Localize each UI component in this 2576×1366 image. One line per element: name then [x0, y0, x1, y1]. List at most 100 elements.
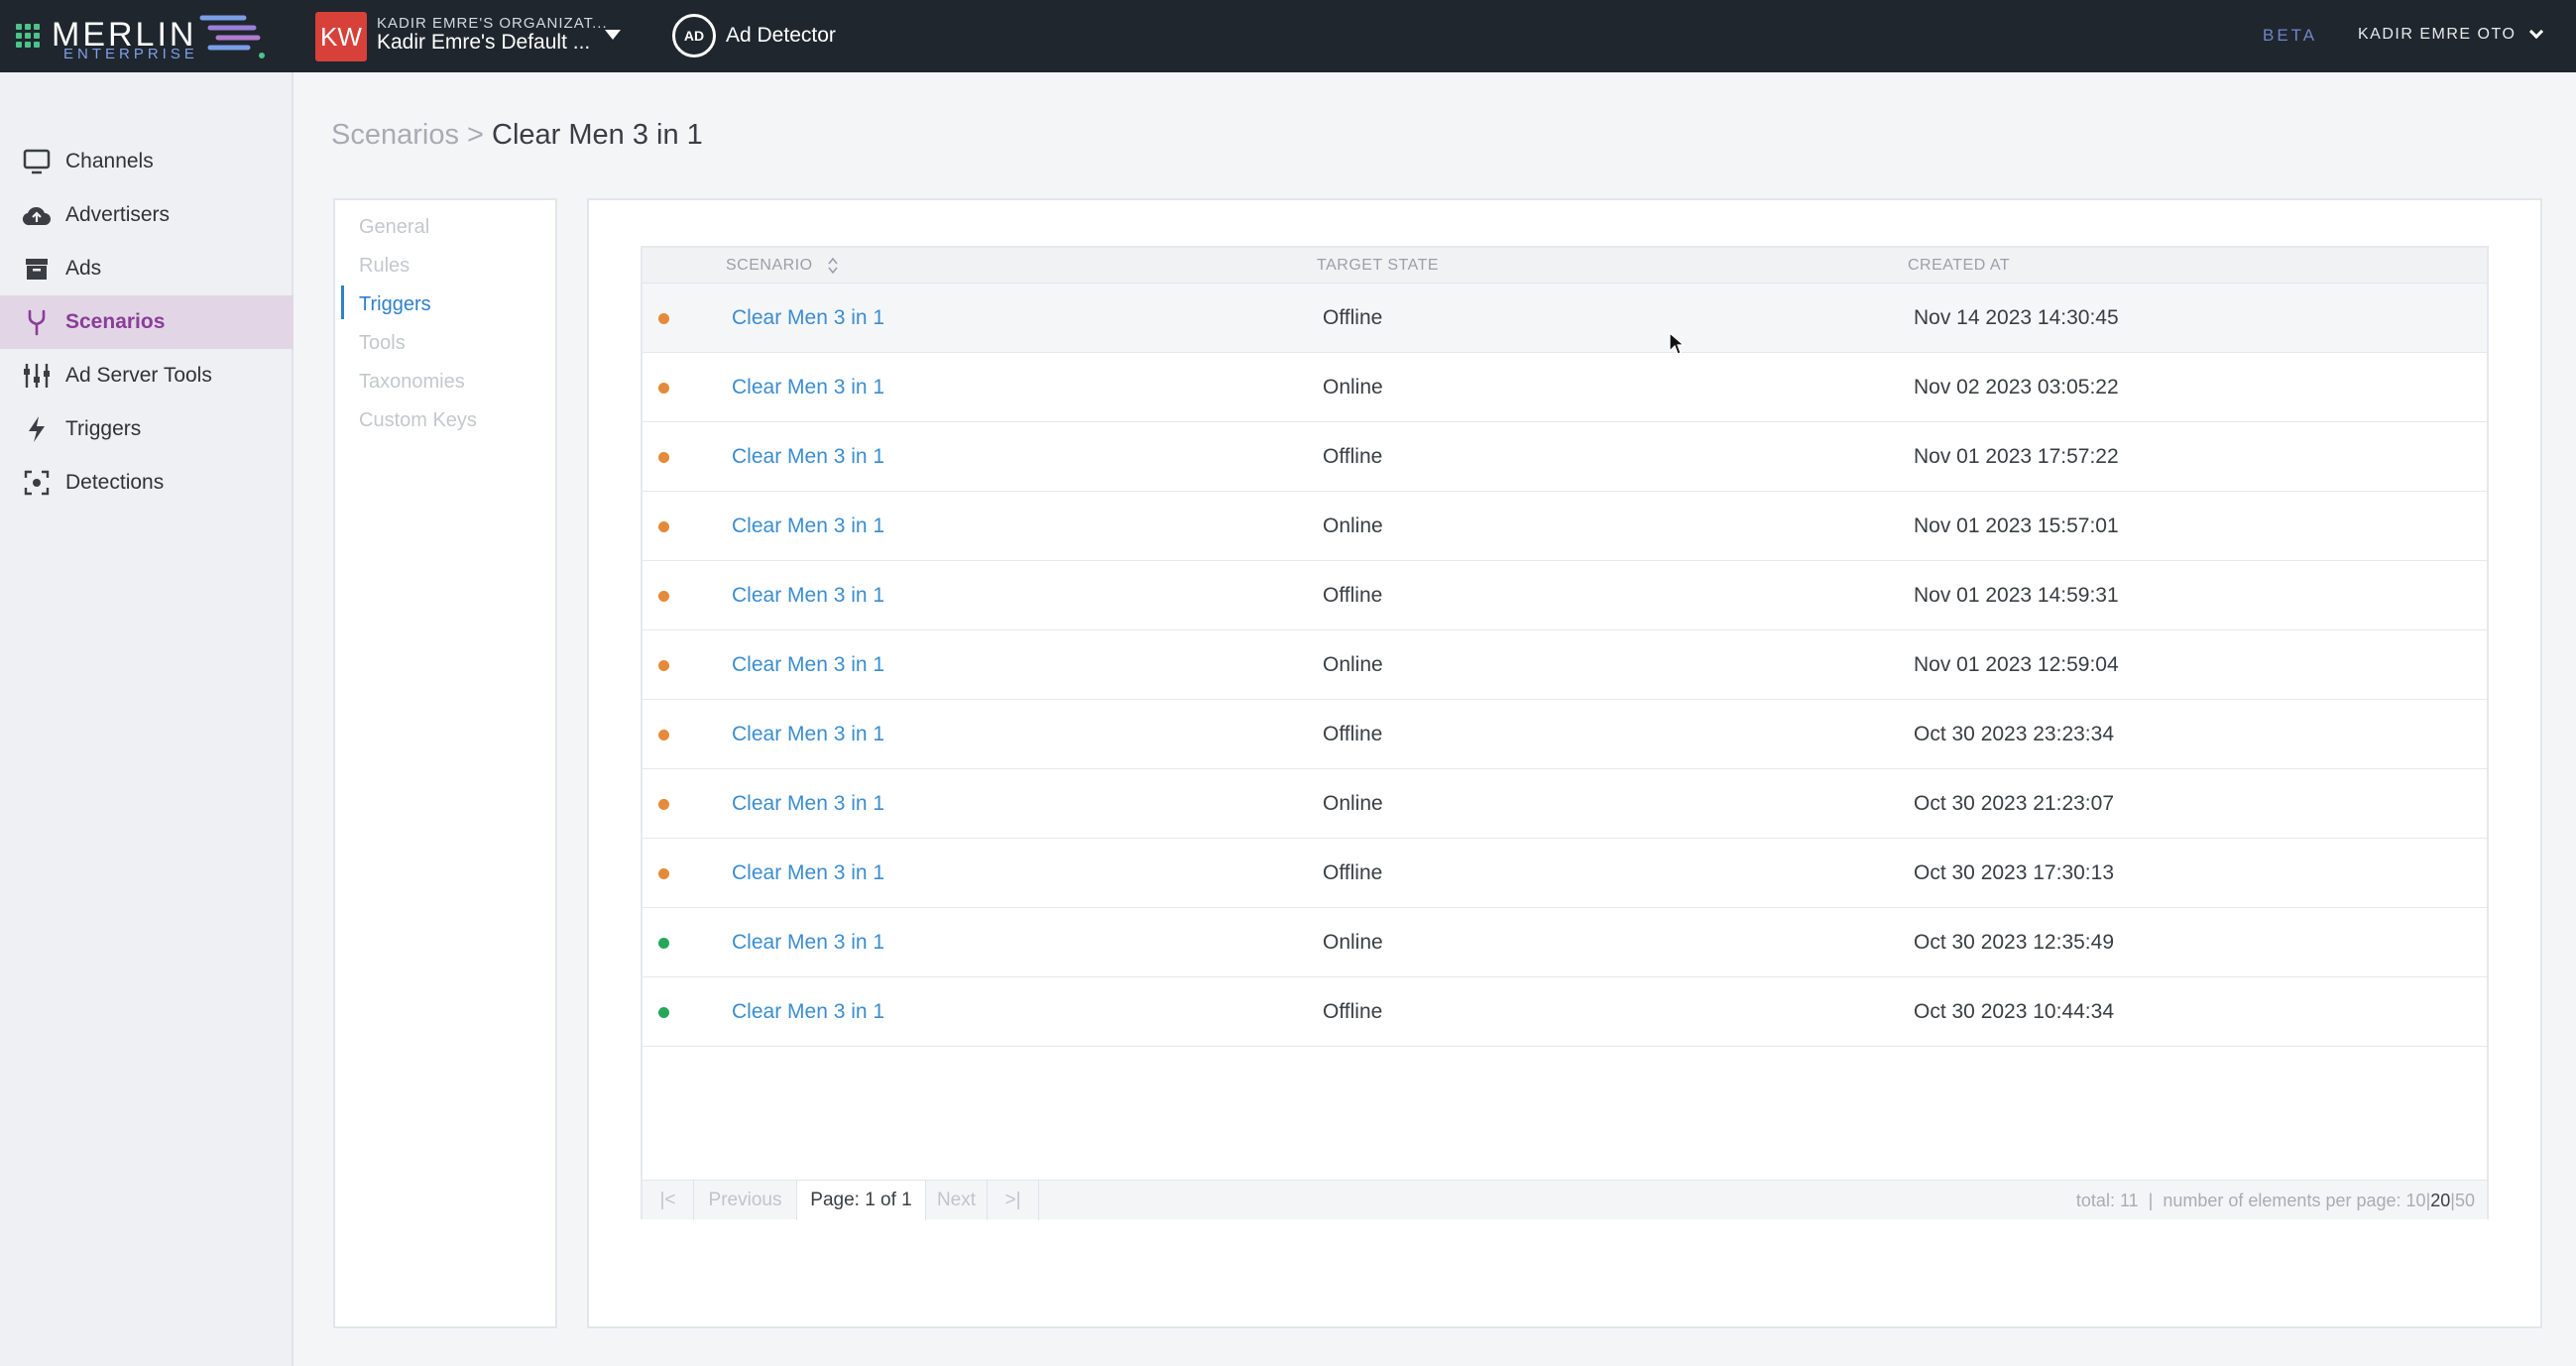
- scenario-link[interactable]: Clear Men 3 in 1: [732, 723, 884, 746]
- divider: |: [2148, 1191, 2154, 1210]
- table-row[interactable]: Clear Men 3 in 1 Online Nov 02 2023 03:05:…: [643, 353, 2487, 422]
- sidebar-item-label: Scenarios: [65, 310, 166, 333]
- scenario-link[interactable]: Clear Men 3 in 1: [732, 584, 884, 608]
- bolt-icon: [20, 412, 54, 446]
- per-page-option-20[interactable]: 20: [2430, 1191, 2450, 1210]
- status-dot: [658, 938, 669, 949]
- column-target-state[interactable]: TARGET STATE: [1317, 257, 1439, 275]
- breadcrumb-parent[interactable]: Scenarios: [331, 119, 459, 151]
- triggers-table: SCENARIO TARGET STATE CREATED AT Clear M…: [641, 246, 2489, 1220]
- caret-down-icon[interactable]: [605, 30, 621, 40]
- merlin-logo[interactable]: MERLIN ENTERPRISE: [16, 10, 265, 63]
- active-tab-indicator: [341, 285, 344, 319]
- organization-switcher[interactable]: KW KADIR EMRE'S ORGANIZAT... Kadir Emre'…: [315, 12, 633, 61]
- table-row[interactable]: Clear Men 3 in 1 Online Oct 30 2023 12:35:…: [643, 908, 2487, 977]
- status-dot: [658, 591, 669, 602]
- table-row[interactable]: Clear Men 3 in 1 Online Nov 01 2023 15:57:…: [643, 492, 2487, 561]
- scenario-link[interactable]: Clear Men 3 in 1: [732, 306, 884, 330]
- tab-general[interactable]: General: [359, 216, 429, 239]
- created-at-cell: Oct 30 2023 21:23:07: [1914, 792, 2114, 815]
- sidebar-item-detections[interactable]: Detections: [0, 456, 293, 510]
- created-at-cell: Nov 01 2023 14:59:31: [1914, 584, 2119, 607]
- user-menu[interactable]: KADIR EMRE OTO: [2358, 24, 2544, 44]
- per-page-option-10[interactable]: 10: [2406, 1191, 2426, 1210]
- first-page-button[interactable]: |<: [643, 1181, 694, 1220]
- sidebar-item-label: Advertisers: [65, 203, 171, 226]
- scenario-link[interactable]: Clear Men 3 in 1: [732, 1000, 884, 1024]
- created-at-cell: Oct 30 2023 10:44:34: [1914, 1000, 2114, 1023]
- status-dot: [658, 521, 669, 532]
- created-at-cell: Nov 01 2023 12:59:04: [1914, 653, 2119, 676]
- sidebar: Channels Advertisers Ads Scenarios Ad Se…: [0, 72, 293, 1366]
- created-at-cell: Nov 01 2023 15:57:01: [1914, 514, 2119, 537]
- table-row[interactable]: Clear Men 3 in 1 Online Oct 30 2023 21:23:…: [643, 769, 2487, 839]
- tab-triggers[interactable]: Triggers: [359, 293, 431, 316]
- per-page-option-50[interactable]: 50: [2455, 1191, 2475, 1210]
- table-row[interactable]: Clear Men 3 in 1 Offline Oct 30 2023 23:23…: [643, 700, 2487, 769]
- sidebar-item-ad-server-tools[interactable]: Ad Server Tools: [0, 349, 293, 402]
- status-dot: [658, 868, 669, 879]
- mouse-cursor-icon: [1669, 331, 1686, 355]
- sidebar-item-advertisers[interactable]: Advertisers: [0, 188, 293, 242]
- scenario-link[interactable]: Clear Men 3 in 1: [732, 861, 884, 885]
- sidebar-item-triggers[interactable]: Triggers: [0, 402, 293, 456]
- monitor-icon: [20, 145, 54, 178]
- triggers-panel: SCENARIO TARGET STATE CREATED AT Clear M…: [587, 198, 2542, 1328]
- last-page-button[interactable]: >|: [988, 1181, 1039, 1220]
- status-dot: [658, 799, 669, 810]
- table-row[interactable]: Clear Men 3 in 1 Offline Nov 14 2023 14:30…: [643, 284, 2487, 353]
- previous-page-button[interactable]: Previous: [694, 1181, 797, 1220]
- sidebar-item-label: Triggers: [65, 417, 142, 440]
- sliders-icon: [20, 359, 54, 393]
- org-name: KADIR EMRE'S ORGANIZAT...: [377, 15, 608, 32]
- sidebar-item-channels[interactable]: Channels: [0, 135, 293, 188]
- user-name: KADIR EMRE OTO: [2358, 26, 2517, 43]
- per-page-label: number of elements per page:: [2163, 1191, 2401, 1210]
- apps-grid-icon[interactable]: [16, 24, 40, 48]
- scenario-link[interactable]: Clear Men 3 in 1: [732, 653, 884, 677]
- status-dot: [658, 452, 669, 463]
- breadcrumb: Scenarios > Clear Men 3 in 1: [331, 119, 703, 152]
- app-switcher[interactable]: AD Ad Detector: [672, 14, 836, 57]
- org-avatar: KW: [315, 12, 367, 61]
- archive-icon: [20, 252, 54, 285]
- total-count: total: 11: [2075, 1191, 2139, 1210]
- created-at-cell: Nov 02 2023 03:05:22: [1914, 376, 2119, 398]
- chevron-down-icon[interactable]: [2529, 24, 2544, 40]
- column-created-at[interactable]: CREATED AT: [1908, 257, 2010, 275]
- table-row[interactable]: Clear Men 3 in 1 Online Nov 01 2023 12:59:…: [643, 630, 2487, 700]
- status-dot: [658, 1007, 669, 1018]
- pagination-info: total: 11 | number of elements per page:…: [2075, 1191, 2475, 1210]
- table-row[interactable]: Clear Men 3 in 1 Offline Oct 30 2023 10:44…: [643, 977, 2487, 1047]
- next-page-button[interactable]: Next: [926, 1181, 988, 1220]
- tab-tools[interactable]: Tools: [359, 332, 406, 355]
- sort-icon[interactable]: [827, 256, 839, 276]
- target-state-cell: Offline: [1323, 723, 1383, 745]
- table-row[interactable]: Clear Men 3 in 1 Offline Nov 01 2023 14:59…: [643, 561, 2487, 630]
- tab-custom-keys[interactable]: Custom Keys: [359, 409, 477, 432]
- cloud-upload-icon: [20, 198, 54, 232]
- ad-detector-icon: AD: [672, 14, 716, 57]
- scenario-link[interactable]: Clear Men 3 in 1: [732, 445, 884, 469]
- table-row[interactable]: Clear Men 3 in 1 Offline Nov 01 2023 17:57…: [643, 422, 2487, 492]
- status-dot: [658, 383, 669, 394]
- column-scenario[interactable]: SCENARIO: [726, 257, 813, 275]
- target-state-cell: Online: [1323, 931, 1383, 954]
- table-row[interactable]: Clear Men 3 in 1 Offline Oct 30 2023 17:30…: [643, 839, 2487, 908]
- sidebar-item-label: Ad Server Tools: [65, 364, 212, 387]
- sidebar-item-scenarios[interactable]: Scenarios: [0, 295, 293, 349]
- sidebar-item-ads[interactable]: Ads: [0, 242, 293, 295]
- status-dot: [658, 660, 669, 671]
- sidebar-item-label: Channels: [65, 150, 154, 172]
- pagination: |< Previous Page: 1 of 1 Next >| total: …: [643, 1180, 2487, 1220]
- tab-taxonomies[interactable]: Taxonomies: [359, 371, 465, 394]
- scenario-link[interactable]: Clear Men 3 in 1: [732, 931, 884, 955]
- tab-rules[interactable]: Rules: [359, 255, 410, 278]
- scenario-link[interactable]: Clear Men 3 in 1: [732, 514, 884, 538]
- status-dot: [658, 730, 669, 740]
- status-dot: [658, 313, 669, 324]
- target-state-cell: Online: [1323, 653, 1383, 676]
- target-state-cell: Offline: [1323, 306, 1383, 329]
- scenario-link[interactable]: Clear Men 3 in 1: [732, 792, 884, 816]
- scenario-link[interactable]: Clear Men 3 in 1: [732, 376, 884, 399]
